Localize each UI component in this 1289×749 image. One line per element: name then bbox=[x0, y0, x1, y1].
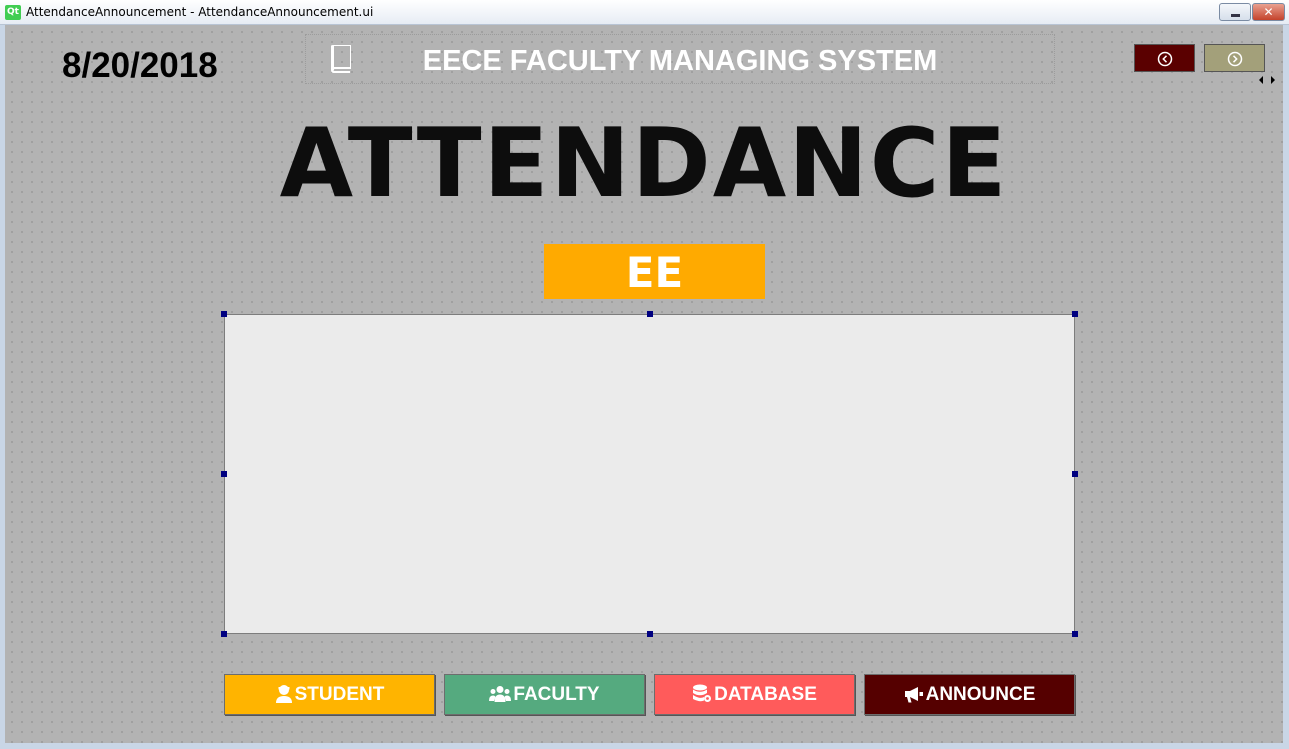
database-button-label: DATABASE bbox=[714, 684, 817, 705]
form-canvas: 8/20/2018 EECE FACULTY MANAGING SYSTEM A… bbox=[5, 25, 1283, 743]
qt-app-icon: Qt bbox=[5, 5, 21, 20]
student-button-label: STUDENT bbox=[294, 684, 385, 705]
close-icon: ✕ bbox=[1263, 5, 1274, 19]
close-button[interactable]: ✕ bbox=[1252, 3, 1285, 21]
designer-window: Qt AttendanceAnnouncement - AttendanceAn… bbox=[0, 0, 1289, 749]
window-title: AttendanceAnnouncement - AttendanceAnnou… bbox=[26, 5, 374, 19]
system-title: EECE FACULTY MANAGING SYSTEM bbox=[422, 45, 938, 77]
users-group-icon bbox=[489, 686, 512, 702]
resize-handle[interactable] bbox=[221, 471, 227, 477]
page-title: ATTENDANCE bbox=[279, 109, 1009, 219]
megaphone-icon bbox=[904, 687, 923, 703]
resize-handle[interactable] bbox=[647, 311, 653, 317]
title-bar[interactable]: Qt AttendanceAnnouncement - AttendanceAn… bbox=[0, 0, 1289, 25]
resize-handle[interactable] bbox=[1072, 631, 1078, 637]
student-icon bbox=[275, 685, 292, 703]
scroll-arrows-icon[interactable] bbox=[1257, 75, 1277, 85]
resize-handle[interactable] bbox=[1072, 471, 1078, 477]
database-gear-icon bbox=[693, 684, 712, 702]
database-button[interactable]: DATABASE bbox=[654, 674, 855, 715]
resize-handle[interactable] bbox=[647, 631, 653, 637]
faculty-button[interactable]: FACULTY bbox=[444, 674, 645, 715]
faculty-button-label: FACULTY bbox=[513, 684, 600, 705]
department-badge: EE bbox=[544, 244, 765, 299]
date-label: 8/20/2018 bbox=[62, 46, 218, 85]
announce-button-label: ANNOUNCE bbox=[925, 684, 1036, 705]
resize-handle[interactable] bbox=[221, 311, 227, 317]
minimize-button[interactable] bbox=[1219, 3, 1251, 21]
resize-handle[interactable] bbox=[221, 631, 227, 637]
student-button[interactable]: STUDENT bbox=[224, 674, 435, 715]
attendance-content-panel[interactable] bbox=[221, 311, 1078, 637]
resize-handle[interactable] bbox=[1072, 311, 1078, 317]
chevron-left-circle-icon bbox=[1157, 51, 1173, 67]
back-button[interactable] bbox=[1134, 44, 1195, 72]
chevron-right-circle-icon bbox=[1227, 51, 1243, 67]
header-banner: EECE FACULTY MANAGING SYSTEM bbox=[305, 34, 1055, 84]
announce-button[interactable]: ANNOUNCE bbox=[864, 674, 1075, 715]
forward-button[interactable] bbox=[1204, 44, 1265, 72]
